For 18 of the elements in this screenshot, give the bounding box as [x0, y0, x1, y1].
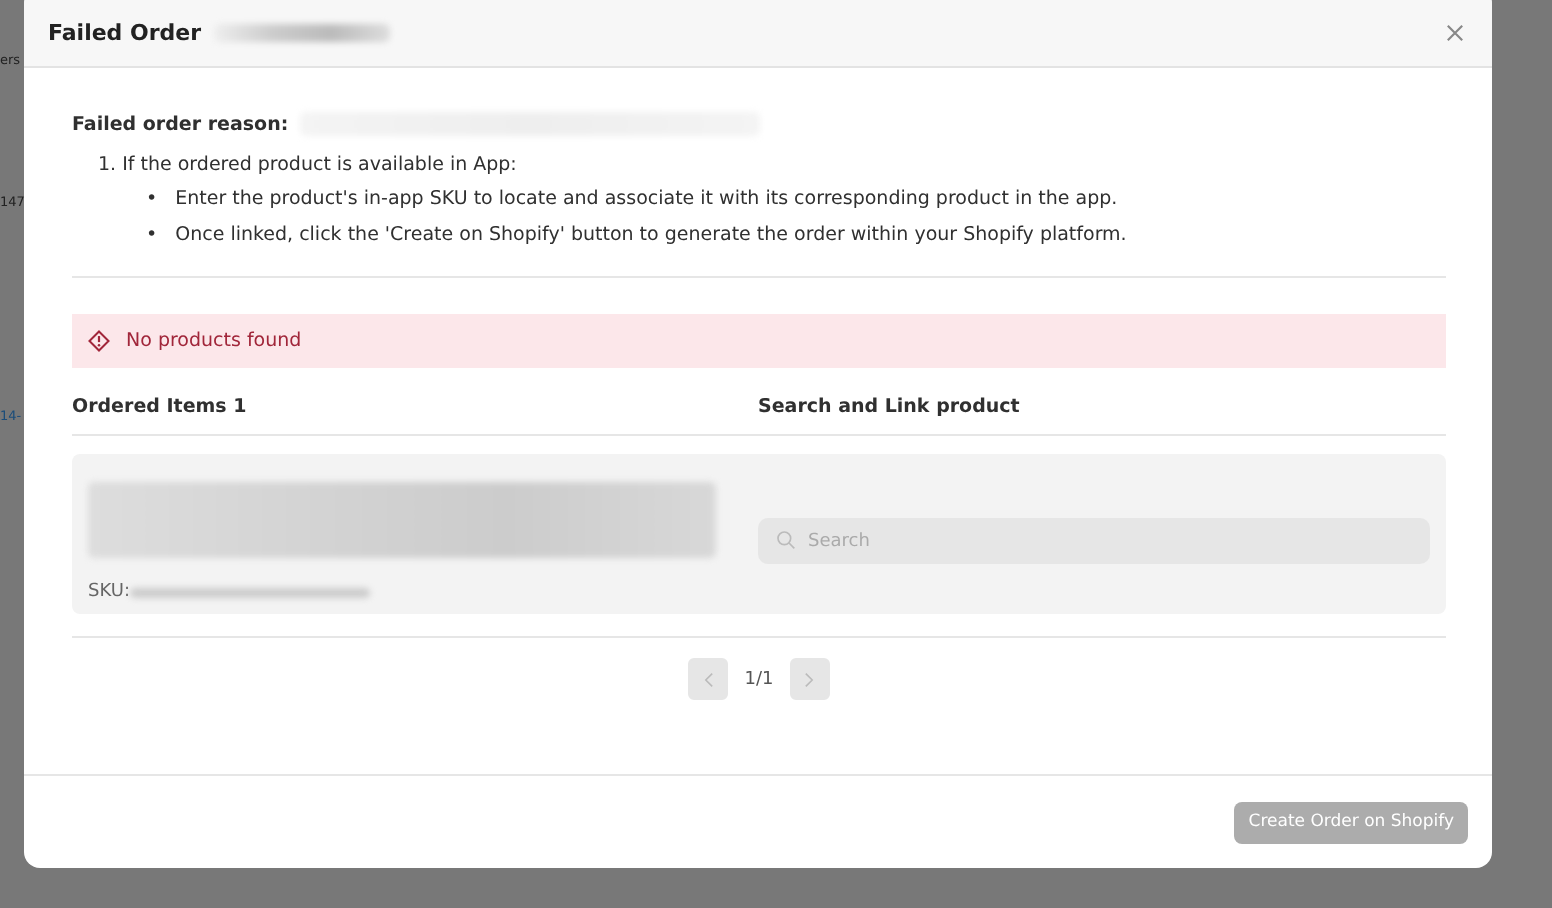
- page-indicator: 1/1: [744, 669, 774, 689]
- chevron-left-icon: [703, 671, 714, 687]
- reason-label: Failed order reason:: [72, 113, 289, 135]
- bullet-marker: •: [146, 186, 158, 214]
- instruction-text: 1. If the ordered product is available in App:: [98, 154, 519, 176]
- column-heading: Search and Link product: [758, 395, 1022, 417]
- alert-text: No products found: [126, 330, 302, 352]
- sku-label: SKU:: [88, 582, 130, 602]
- warning-icon: [88, 330, 110, 352]
- close-icon[interactable]: [1446, 24, 1464, 42]
- instruction-text: Once linked, click the 'Create on Shopify' button to generate the order within your Shopify platform.: [175, 222, 1127, 250]
- search-field[interactable]: Search: [758, 518, 1430, 564]
- instruction-text: Enter the product's in-app SKU to locate and associate it with its corresponding product in the app.: [175, 186, 1118, 214]
- column-heading: Ordered Items 1: [72, 395, 249, 417]
- dialog-title: Failed Order: [48, 20, 202, 46]
- search-icon: [776, 529, 796, 549]
- bullet-marker: •: [146, 222, 158, 250]
- chevron-right-icon: [804, 671, 815, 687]
